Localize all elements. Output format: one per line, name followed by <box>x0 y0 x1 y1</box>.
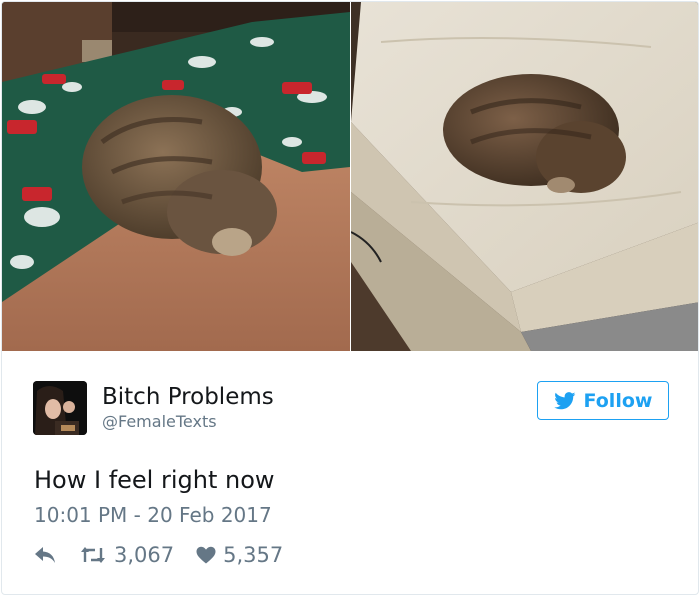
tweet-text: How I feel right now <box>34 466 275 494</box>
reply-icon <box>35 547 55 563</box>
tweet-card: Bitch Problems @FemaleTexts Follow How I… <box>1 1 699 595</box>
retweet-count: 3,067 <box>114 543 175 567</box>
author-names: Bitch Problems @FemaleTexts <box>102 383 274 433</box>
reply-button[interactable] <box>34 546 56 564</box>
twitter-bird-icon <box>553 391 575 409</box>
like-button[interactable]: 5,357 <box>196 542 283 568</box>
cat-on-mattress-image <box>351 2 698 351</box>
tweet-media <box>2 2 698 351</box>
display-name[interactable]: Bitch Problems <box>102 383 274 411</box>
tweet-actions: 3,067 5,357 <box>34 540 283 570</box>
cat-on-mattress-photo[interactable] <box>351 2 698 351</box>
heart-icon <box>196 546 216 564</box>
author-row: Bitch Problems @FemaleTexts Follow <box>33 381 669 437</box>
tweet-timestamp[interactable]: 10:01 PM - 20 Feb 2017 <box>34 502 272 528</box>
follow-label: Follow <box>583 389 653 412</box>
cat-on-blanket-photo[interactable] <box>2 2 350 351</box>
retweet-icon <box>81 547 105 563</box>
author-handle[interactable]: @FemaleTexts <box>102 411 274 433</box>
retweet-button[interactable]: 3,067 <box>80 542 174 568</box>
avatar[interactable] <box>33 381 87 435</box>
avatar-image <box>33 381 87 435</box>
follow-button[interactable]: Follow <box>537 381 669 420</box>
cat-on-blanket-image <box>2 2 350 351</box>
like-count: 5,357 <box>223 543 284 567</box>
